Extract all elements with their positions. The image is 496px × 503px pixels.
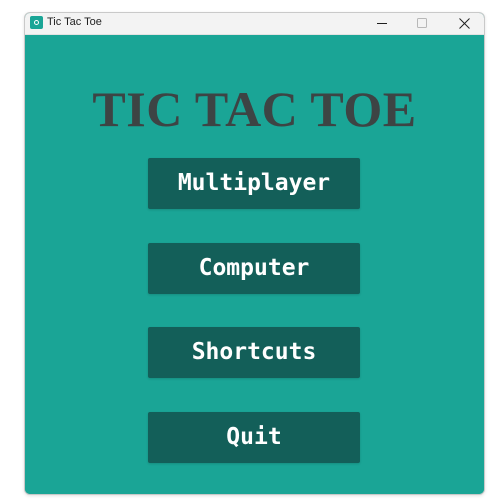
game-title: TIC TAC TOE	[92, 81, 417, 137]
close-icon	[459, 18, 470, 29]
window-title: Tic Tac Toe	[47, 16, 102, 28]
close-button[interactable]	[444, 13, 484, 34]
app-window: Tic Tac Toe TIC TAC TOE Multiplayer Comp…	[24, 12, 485, 495]
shortcuts-button[interactable]: Shortcuts	[148, 327, 360, 378]
app-icon	[30, 16, 43, 29]
minimize-button[interactable]	[362, 13, 402, 34]
title-bar[interactable]: Tic Tac Toe	[25, 13, 484, 35]
minimize-icon	[377, 23, 387, 24]
multiplayer-button[interactable]: Multiplayer	[148, 158, 360, 209]
quit-button[interactable]: Quit	[148, 412, 360, 463]
maximize-button[interactable]	[402, 13, 442, 34]
maximize-icon	[417, 18, 427, 28]
computer-button[interactable]: Computer	[148, 243, 360, 294]
main-menu: TIC TAC TOE Multiplayer Computer Shortcu…	[25, 35, 484, 494]
